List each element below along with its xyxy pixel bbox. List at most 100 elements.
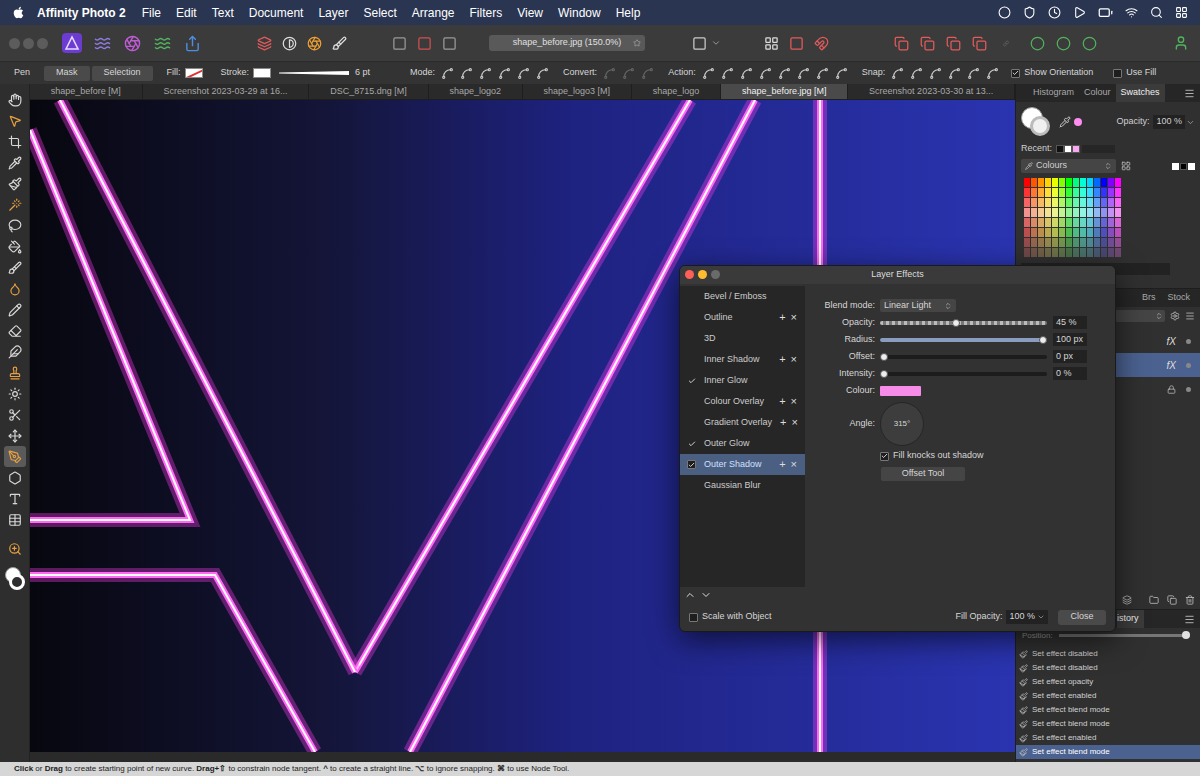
minimize-button[interactable] bbox=[23, 38, 34, 49]
close-dialog-button[interactable]: Close bbox=[1058, 610, 1106, 625]
swatch[interactable] bbox=[1038, 188, 1044, 197]
colour-wheel-icon[interactable] bbox=[307, 36, 322, 51]
picker-icon[interactable] bbox=[1059, 116, 1071, 128]
menu-item[interactable]: Window bbox=[558, 4, 601, 22]
swatch[interactable] bbox=[1087, 248, 1093, 257]
grid-icon[interactable] bbox=[764, 36, 779, 51]
tool-button[interactable] bbox=[4, 467, 26, 488]
option-checkbox[interactable]: Show Orientation bbox=[1011, 66, 1093, 80]
trash-icon[interactable] bbox=[1185, 595, 1195, 605]
menu-item[interactable]: Filters bbox=[470, 4, 503, 22]
tool-button[interactable] bbox=[4, 299, 26, 320]
swatch[interactable] bbox=[1031, 238, 1037, 247]
history-item[interactable]: Set effect enabled bbox=[1016, 731, 1200, 745]
tool-button[interactable] bbox=[4, 278, 26, 299]
chevron-icon[interactable] bbox=[1186, 118, 1195, 127]
slider-value[interactable]: 0 % bbox=[1053, 367, 1087, 381]
swatch[interactable] bbox=[1052, 248, 1058, 257]
swatch[interactable] bbox=[1038, 238, 1044, 247]
liquify-persona-icon[interactable] bbox=[94, 35, 111, 52]
swatch[interactable] bbox=[1101, 188, 1107, 197]
slider[interactable] bbox=[880, 336, 1047, 344]
swatch[interactable] bbox=[1101, 248, 1107, 257]
swatch[interactable] bbox=[1024, 238, 1030, 247]
panel-tab[interactable]: Stock bbox=[1161, 289, 1196, 307]
fill-opacity-field[interactable]: 100 % bbox=[1006, 610, 1048, 624]
tool-button[interactable] bbox=[4, 425, 26, 446]
position-slider[interactable] bbox=[1059, 634, 1190, 637]
tool-button[interactable] bbox=[4, 110, 26, 131]
menu-item[interactable]: Text bbox=[212, 4, 234, 22]
convert-icon[interactable] bbox=[641, 67, 654, 80]
move-up-icon[interactable] bbox=[684, 589, 696, 601]
swatch[interactable] bbox=[1094, 178, 1100, 187]
action-icon[interactable] bbox=[740, 67, 753, 80]
add-effect-button[interactable]: + bbox=[779, 309, 785, 326]
effect-item[interactable]: Bevel / Emboss bbox=[680, 286, 805, 307]
layers-icon[interactable] bbox=[257, 36, 272, 51]
swatch[interactable] bbox=[1024, 198, 1030, 207]
quick-mask-icon[interactable] bbox=[692, 36, 707, 51]
swatch[interactable] bbox=[1080, 188, 1086, 197]
checkbox[interactable] bbox=[1113, 69, 1122, 78]
swatch[interactable] bbox=[1087, 198, 1093, 207]
add-effect-button[interactable]: + bbox=[779, 456, 785, 473]
panel-tab[interactable]: Histogram bbox=[1028, 84, 1079, 102]
swatch[interactable] bbox=[1066, 208, 1072, 217]
swatch[interactable] bbox=[1059, 228, 1065, 237]
effects-badge[interactable]: fX bbox=[1167, 358, 1176, 373]
action-icon[interactable] bbox=[702, 67, 715, 80]
effect-item[interactable]: Gradient Overlay+× bbox=[680, 412, 805, 433]
snap-icon[interactable] bbox=[967, 67, 980, 80]
swatch[interactable] bbox=[1073, 248, 1079, 257]
swatch[interactable] bbox=[1115, 218, 1121, 227]
zoom-button[interactable] bbox=[711, 270, 720, 279]
blend-mode-dropdown[interactable]: Linear Light bbox=[880, 299, 956, 313]
swatch[interactable] bbox=[1024, 248, 1030, 257]
stroke-width[interactable]: 6 pt bbox=[355, 66, 370, 80]
history-item[interactable]: Set effect disabled bbox=[1016, 647, 1200, 661]
document-tab[interactable]: shape_logo3 [M] bbox=[523, 84, 632, 99]
angle-dial[interactable]: 315° bbox=[880, 402, 924, 446]
swatch[interactable] bbox=[1087, 228, 1093, 237]
zoom-button[interactable] bbox=[37, 38, 48, 49]
tool-button[interactable] bbox=[4, 320, 26, 341]
battery-icon[interactable] bbox=[1098, 5, 1113, 20]
swatch[interactable] bbox=[1115, 248, 1121, 257]
swatch[interactable] bbox=[1024, 178, 1030, 187]
swatch[interactable] bbox=[1052, 228, 1058, 237]
checkbox[interactable] bbox=[687, 460, 696, 469]
remove-effect-button[interactable]: × bbox=[791, 309, 797, 326]
link-icon[interactable] bbox=[1003, 36, 1009, 51]
swatch[interactable] bbox=[1052, 198, 1058, 207]
tool-button[interactable] bbox=[4, 383, 26, 404]
effects-badge[interactable]: fX bbox=[1167, 334, 1176, 349]
visibility-dot[interactable] bbox=[1186, 387, 1191, 392]
effect-item[interactable]: Outer Glow bbox=[680, 433, 805, 454]
slider[interactable] bbox=[880, 319, 1047, 327]
swatch[interactable] bbox=[1073, 238, 1079, 247]
folder-icon[interactable] bbox=[1149, 595, 1159, 605]
swatch[interactable] bbox=[1066, 228, 1072, 237]
swatch[interactable] bbox=[1094, 238, 1100, 247]
tool-button[interactable] bbox=[4, 89, 26, 110]
swatch[interactable] bbox=[1052, 218, 1058, 227]
menu-item[interactable]: Layer bbox=[318, 4, 348, 22]
affinity-logo-icon[interactable] bbox=[62, 33, 82, 53]
effect-item[interactable]: Outline+× bbox=[680, 307, 805, 328]
convert-icon[interactable] bbox=[603, 67, 616, 80]
swatch[interactable] bbox=[1059, 238, 1065, 247]
boolean-intersect-icon[interactable] bbox=[1082, 36, 1097, 51]
fill-swatch[interactable] bbox=[185, 68, 203, 78]
mode-button[interactable]: Selection bbox=[92, 66, 153, 81]
action-icon[interactable] bbox=[835, 67, 848, 80]
arrange-icon[interactable] bbox=[972, 36, 987, 51]
option-checkbox[interactable]: Use Fill bbox=[1113, 66, 1156, 80]
history-item[interactable]: Set effect opacity bbox=[1016, 675, 1200, 689]
opacity-field[interactable]: 100 % bbox=[1153, 115, 1185, 129]
swatch[interactable] bbox=[1115, 238, 1121, 247]
recent-swatch[interactable] bbox=[1064, 145, 1072, 153]
pen-mode-icon[interactable] bbox=[536, 67, 549, 80]
swatch[interactable] bbox=[1038, 178, 1044, 187]
swatch[interactable] bbox=[1066, 248, 1072, 257]
